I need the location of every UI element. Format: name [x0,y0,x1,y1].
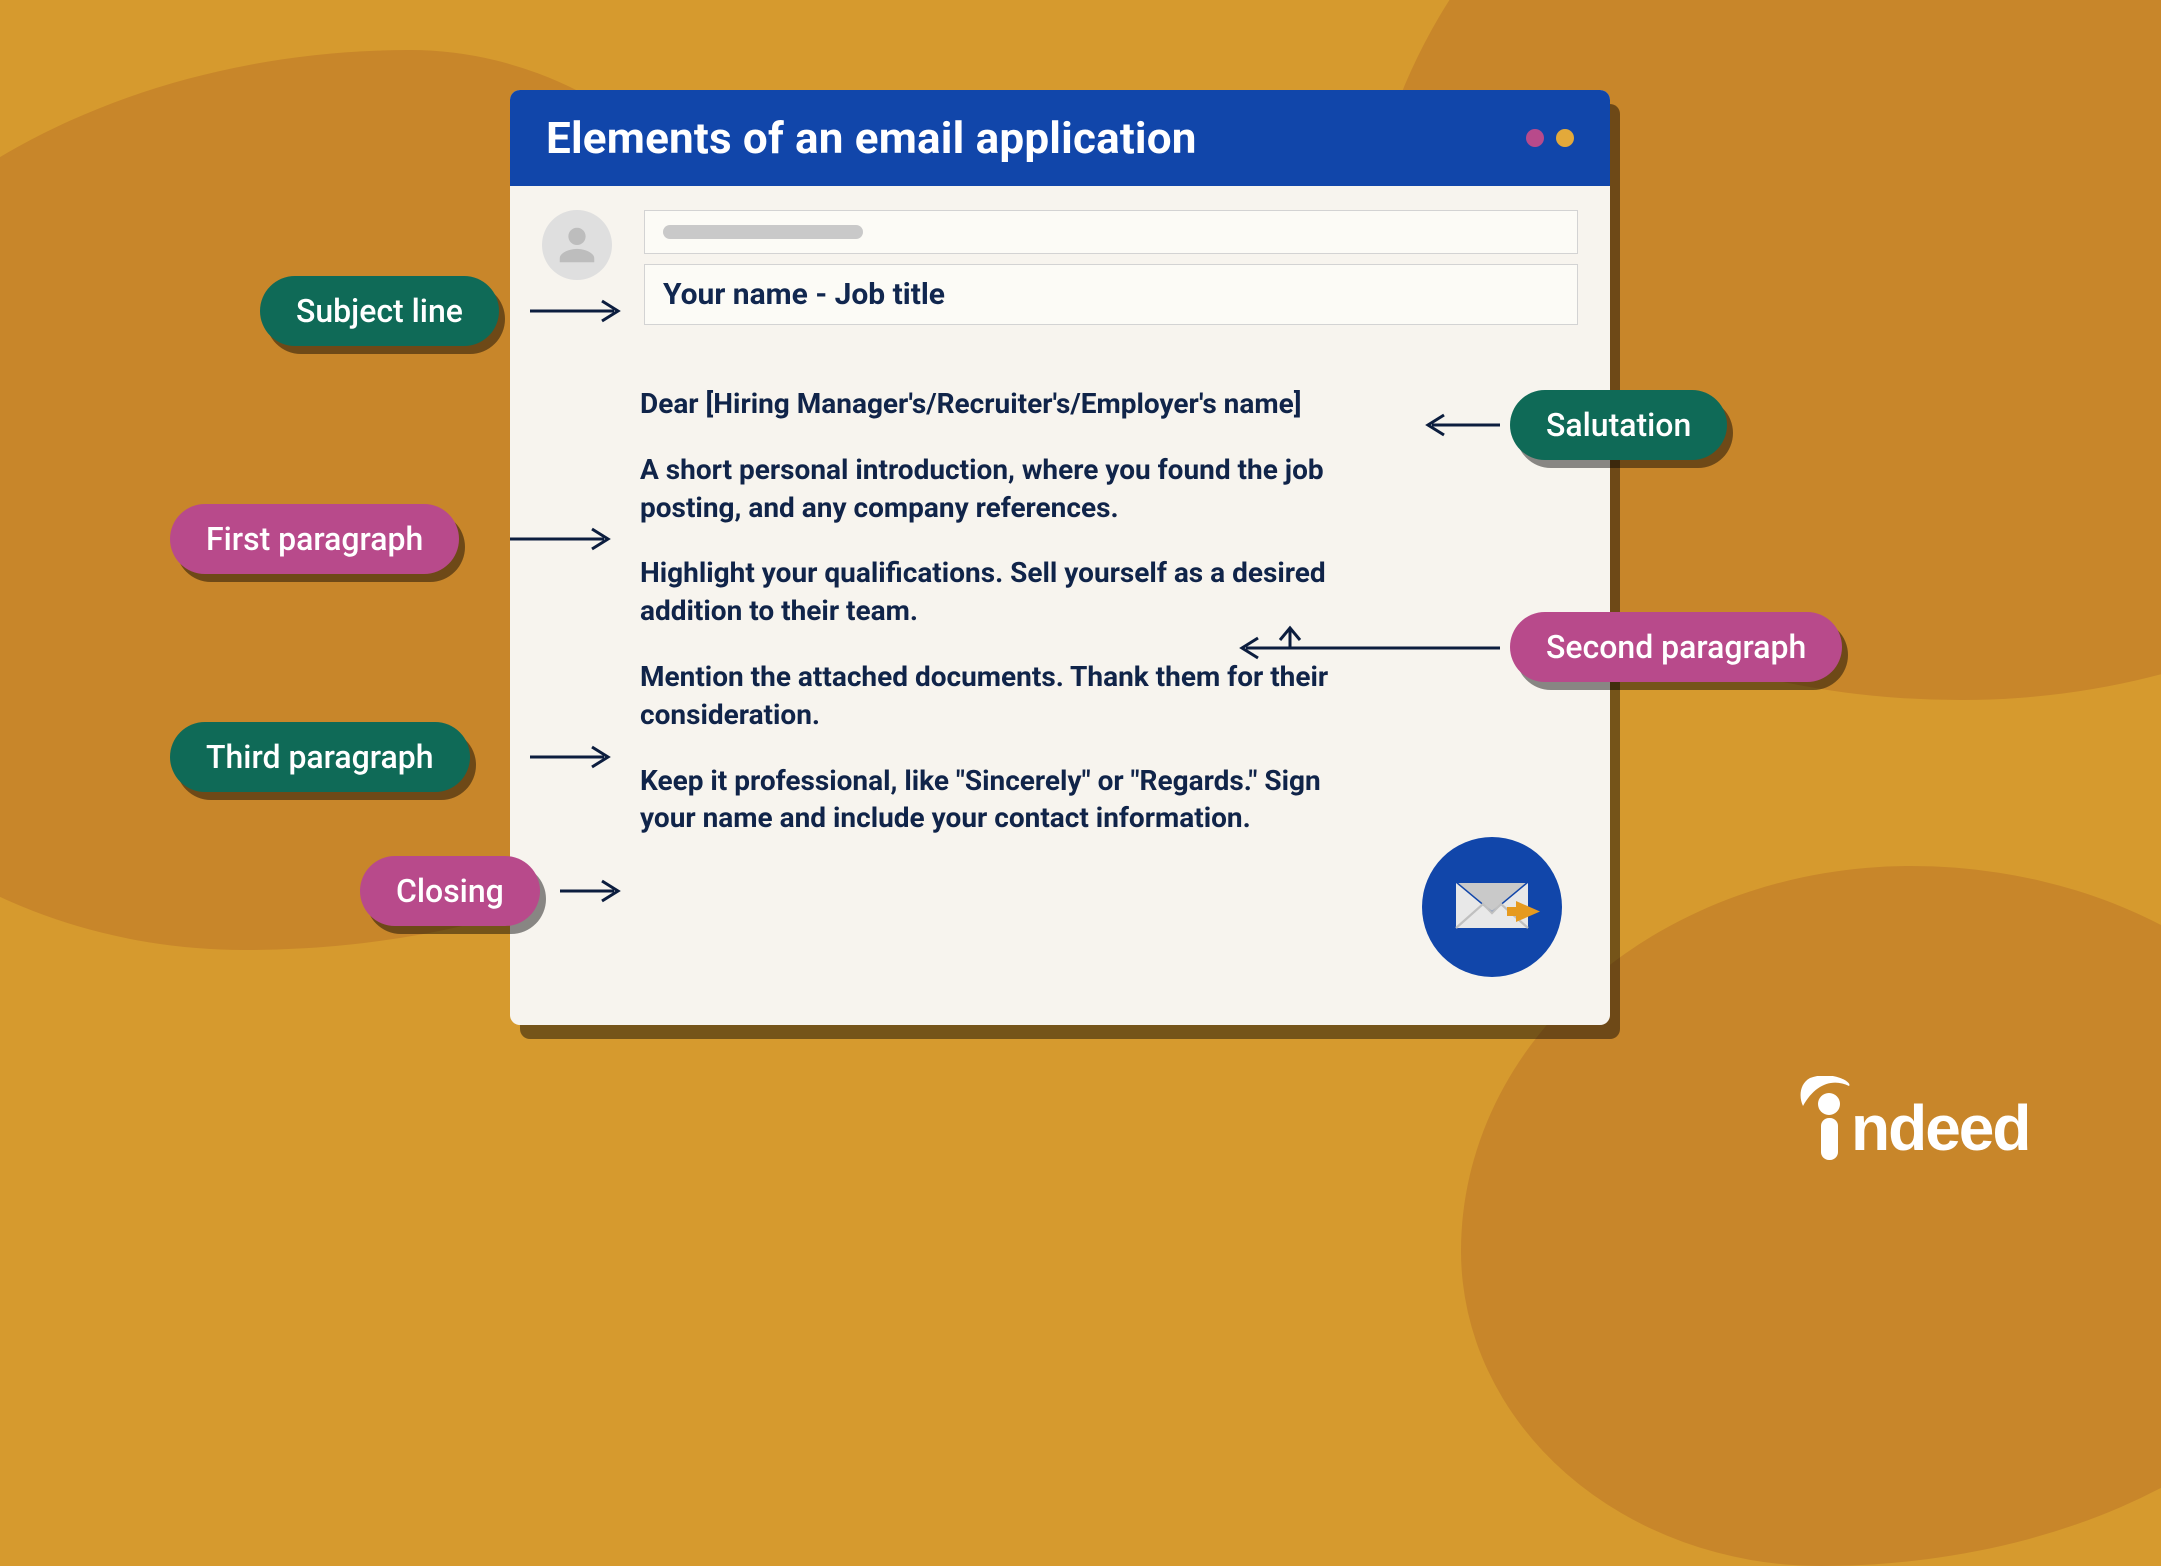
email-window: Elements of an email application Your na… [510,90,1610,1025]
recipient-field [644,210,1578,254]
window-dot-icon [1526,129,1544,147]
window-dot-icon [1556,129,1574,147]
third-paragraph-text: Mention the attached documents. Thank th… [640,658,1360,734]
label-second-paragraph: Second paragraph [1510,612,1842,682]
window-title: Elements of an email application [546,112,1197,164]
window-controls [1526,129,1574,147]
arrow-icon [1230,618,1500,668]
send-button-icon [1422,837,1562,977]
closing-text: Keep it professional, like "Sincerely" o… [640,762,1360,838]
label-closing: Closing [360,856,540,926]
first-paragraph-text: A short personal introduction, where you… [640,451,1360,527]
label-subject-line: Subject line [260,276,499,346]
arrow-icon [560,876,630,906]
email-header-fields: Your name - Job title [510,186,1610,345]
subject-field: Your name - Job title [644,264,1578,325]
arrow-icon [530,742,620,772]
label-salutation: Salutation [1510,390,1727,460]
svg-text:ndeed: ndeed [1851,1092,2029,1164]
arrow-icon [1420,410,1500,440]
arrow-icon [510,524,620,554]
salutation-text: Dear [Hiring Manager's/Recruiter's/Emplo… [640,385,1540,423]
indeed-logo: ndeed [1791,1076,2091,1166]
label-third-paragraph: Third paragraph [170,722,470,792]
label-first-paragraph: First paragraph [170,504,459,574]
placeholder-bar [663,225,863,239]
avatar-icon [542,210,612,280]
window-titlebar: Elements of an email application [510,90,1610,186]
arrow-icon [530,296,630,326]
